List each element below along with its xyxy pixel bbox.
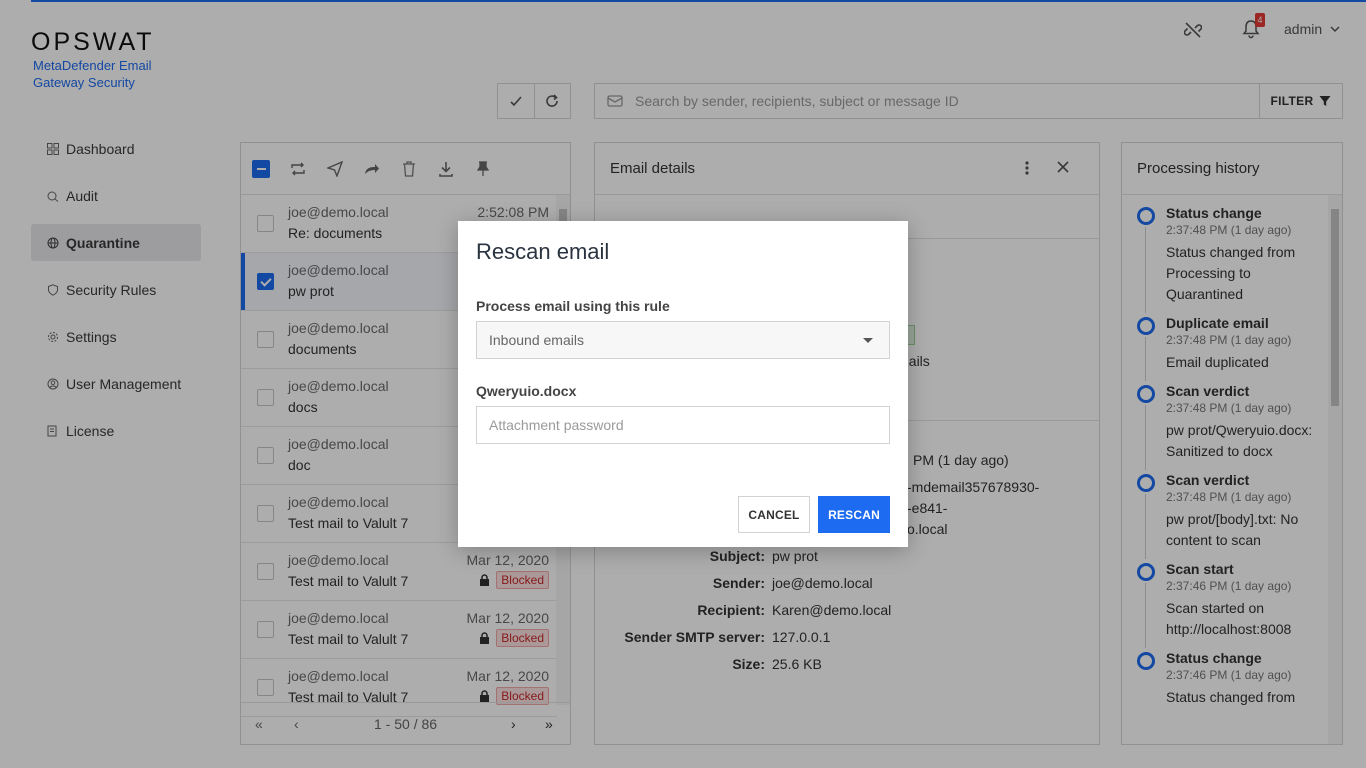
rescan-button[interactable]: RESCAN bbox=[818, 496, 890, 533]
rule-label: Process email using this rule bbox=[476, 298, 670, 314]
attachment-password-input[interactable] bbox=[476, 406, 890, 444]
rule-select-value: Inbound emails bbox=[489, 332, 584, 348]
cancel-button[interactable]: CANCEL bbox=[738, 496, 810, 533]
rescan-dialog: Rescan email Process email using this ru… bbox=[458, 221, 908, 547]
caret-down-icon bbox=[863, 338, 873, 343]
rule-select[interactable]: Inbound emails bbox=[476, 321, 890, 359]
attachment-label: Qweryuio.docx bbox=[476, 383, 577, 399]
dialog-title: Rescan email bbox=[476, 239, 610, 264]
